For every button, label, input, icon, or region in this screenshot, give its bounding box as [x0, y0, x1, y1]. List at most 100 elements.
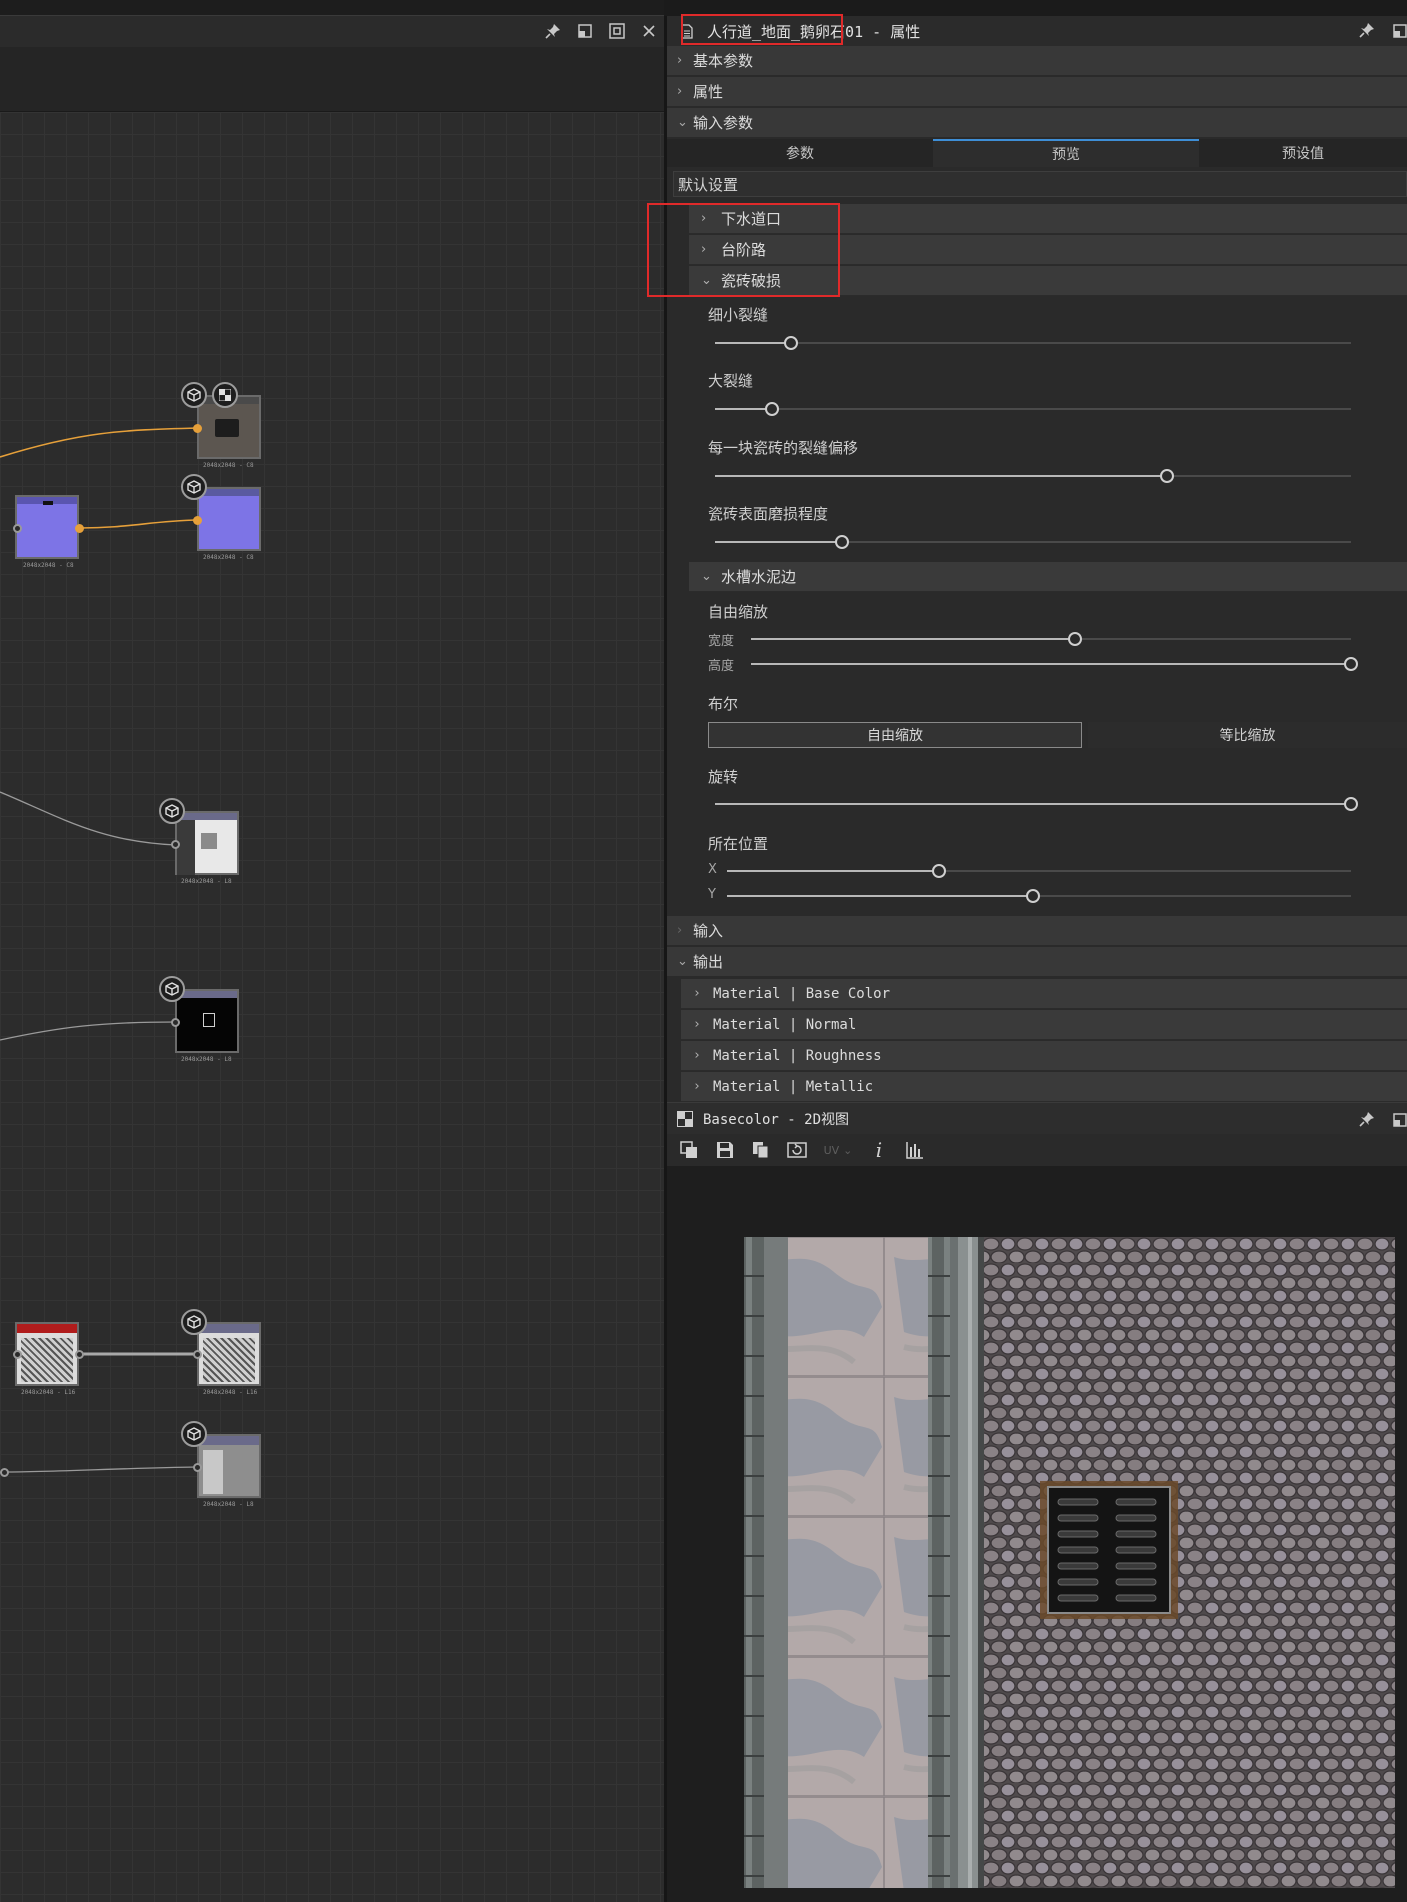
slider-knob[interactable] [835, 535, 850, 549]
tab-presets[interactable]: 预设值 [1199, 139, 1407, 167]
group-tile-damage[interactable]: ⌄ 瓷砖破损 [689, 266, 1407, 296]
slider-knob[interactable] [1344, 657, 1358, 671]
pin-icon[interactable] [1359, 1111, 1375, 1127]
refresh-icon[interactable] [783, 1137, 811, 1163]
graph-node-metallic[interactable] [175, 989, 239, 1053]
section-output[interactable]: ⌄ 输出 [667, 947, 1407, 977]
slider-knob[interactable] [765, 402, 780, 416]
graph-node-height[interactable] [197, 1434, 261, 1498]
slider-fill [715, 342, 792, 344]
slider-knob[interactable] [1344, 797, 1358, 811]
graph-node-normal-source[interactable] [15, 495, 79, 559]
pin-icon[interactable] [542, 20, 564, 42]
cube-icon[interactable] [181, 382, 207, 408]
slider-knob[interactable] [1025, 889, 1040, 903]
slider-knob[interactable] [1159, 469, 1174, 483]
cube-icon[interactable] [159, 798, 185, 824]
slider-knob[interactable] [932, 864, 947, 878]
param-label: 瓷砖表面磨损程度 [708, 505, 829, 523]
histogram-icon[interactable] [901, 1137, 929, 1163]
info-icon[interactable]: i [865, 1137, 893, 1163]
graph-node-normal[interactable] [197, 487, 261, 551]
section-attributes[interactable]: › 属性 [667, 77, 1407, 107]
output-metallic[interactable]: › Material | Metallic [681, 1072, 1407, 1102]
input-port[interactable] [171, 1018, 180, 1027]
free-scale-button[interactable]: 自由缩放 [708, 722, 1082, 748]
uniform-scale-button[interactable]: 等比缩放 [1088, 722, 1407, 748]
group-label: 下水道口 [721, 210, 782, 228]
group-gutter[interactable]: ⌄ 水槽水泥边 [689, 562, 1407, 592]
params-tabbar: 参数 预览 预设值 [667, 139, 1407, 167]
param-label: 旋转 [708, 768, 739, 786]
output-port[interactable] [0, 1468, 9, 1477]
slider[interactable] [715, 534, 1351, 550]
slider[interactable] [715, 335, 1351, 351]
input-port[interactable] [13, 524, 22, 533]
cube-icon[interactable] [181, 474, 207, 500]
checker-icon[interactable] [212, 382, 238, 408]
tab-preview[interactable]: 预览 [933, 139, 1199, 167]
layers-icon[interactable] [675, 1137, 703, 1163]
tab-params[interactable]: 参数 [667, 139, 933, 167]
chevron-right-icon: › [693, 1048, 701, 1063]
input-port[interactable] [193, 424, 202, 433]
slider-track[interactable] [715, 342, 1351, 344]
copy-icon[interactable] [747, 1137, 775, 1163]
view2d-canvas[interactable] [667, 1166, 1407, 1902]
input-port[interactable] [193, 516, 202, 525]
y-slider[interactable] [727, 888, 1351, 904]
pin-icon[interactable] [1359, 22, 1375, 38]
preset-dropdown[interactable]: 默认设置 [673, 171, 1407, 197]
slider[interactable] [715, 401, 1351, 417]
cube-icon[interactable] [181, 1309, 207, 1335]
output-normal[interactable]: › Material | Normal [681, 1010, 1407, 1040]
cube-icon[interactable] [181, 1421, 207, 1447]
output-base-color[interactable]: › Material | Base Color [681, 979, 1407, 1009]
graph-node-roughness[interactable] [175, 811, 239, 875]
node-label: 2048x2048 - L8 [203, 1501, 254, 1508]
width-slider[interactable] [751, 631, 1351, 647]
input-port[interactable] [193, 1463, 202, 1472]
graph-node-ambient-occlusion[interactable] [197, 1322, 261, 1386]
input-port[interactable] [171, 840, 180, 849]
cube-icon[interactable] [159, 976, 185, 1002]
graph-toolbar [0, 47, 664, 112]
texture-preview[interactable] [744, 1237, 1395, 1888]
float-icon[interactable] [574, 20, 596, 42]
input-port[interactable] [193, 1350, 202, 1359]
chevron-down-icon: ⌄ [843, 1143, 853, 1157]
graph-node-ao-source[interactable] [15, 1322, 79, 1386]
section-input-params[interactable]: ⌄ 输入参数 [667, 108, 1407, 138]
save-icon[interactable] [711, 1137, 739, 1163]
chevron-down-icon: ⌄ [701, 569, 712, 584]
graph-panel: 2048x2048 - C8 2048x2048 - C8 2048x2048 … [0, 0, 664, 1902]
view2d-title: Basecolor - 2D视图 [703, 1111, 850, 1128]
slider-fill [727, 895, 1033, 897]
output-label: Material | Roughness [713, 1047, 882, 1064]
checker-icon [677, 1110, 693, 1127]
float-icon[interactable] [1393, 24, 1407, 38]
height-slider[interactable] [751, 656, 1358, 672]
float-icon[interactable] [1393, 1113, 1407, 1127]
slider[interactable] [715, 468, 1351, 484]
maximize-icon[interactable] [606, 20, 628, 42]
group-steps[interactable]: › 台阶路 [689, 235, 1407, 265]
slider-knob[interactable] [1068, 632, 1082, 646]
output-port[interactable] [75, 1350, 84, 1359]
slider-knob[interactable] [784, 336, 799, 350]
section-basic-params[interactable]: › 基本参数 [667, 46, 1407, 76]
output-port[interactable] [75, 524, 84, 533]
section-input[interactable]: › 输入 [667, 916, 1407, 946]
group-drain[interactable]: › 下水道口 [689, 204, 1407, 234]
output-roughness[interactable]: › Material | Roughness [681, 1041, 1407, 1071]
node-graph-canvas[interactable]: 2048x2048 - C8 2048x2048 - C8 2048x2048 … [0, 112, 664, 1902]
uv-dropdown[interactable]: UV ⌄ [819, 1137, 857, 1163]
rotation-slider[interactable] [715, 796, 1358, 812]
close-icon[interactable] [638, 20, 660, 42]
x-slider[interactable] [727, 863, 1351, 879]
slider-track[interactable] [715, 408, 1351, 410]
input-port[interactable] [13, 1350, 22, 1359]
group-label: 瓷砖破损 [721, 272, 782, 290]
section-label: 属性 [693, 83, 724, 101]
view2d-toolbar: UV ⌄ i [667, 1134, 1407, 1166]
